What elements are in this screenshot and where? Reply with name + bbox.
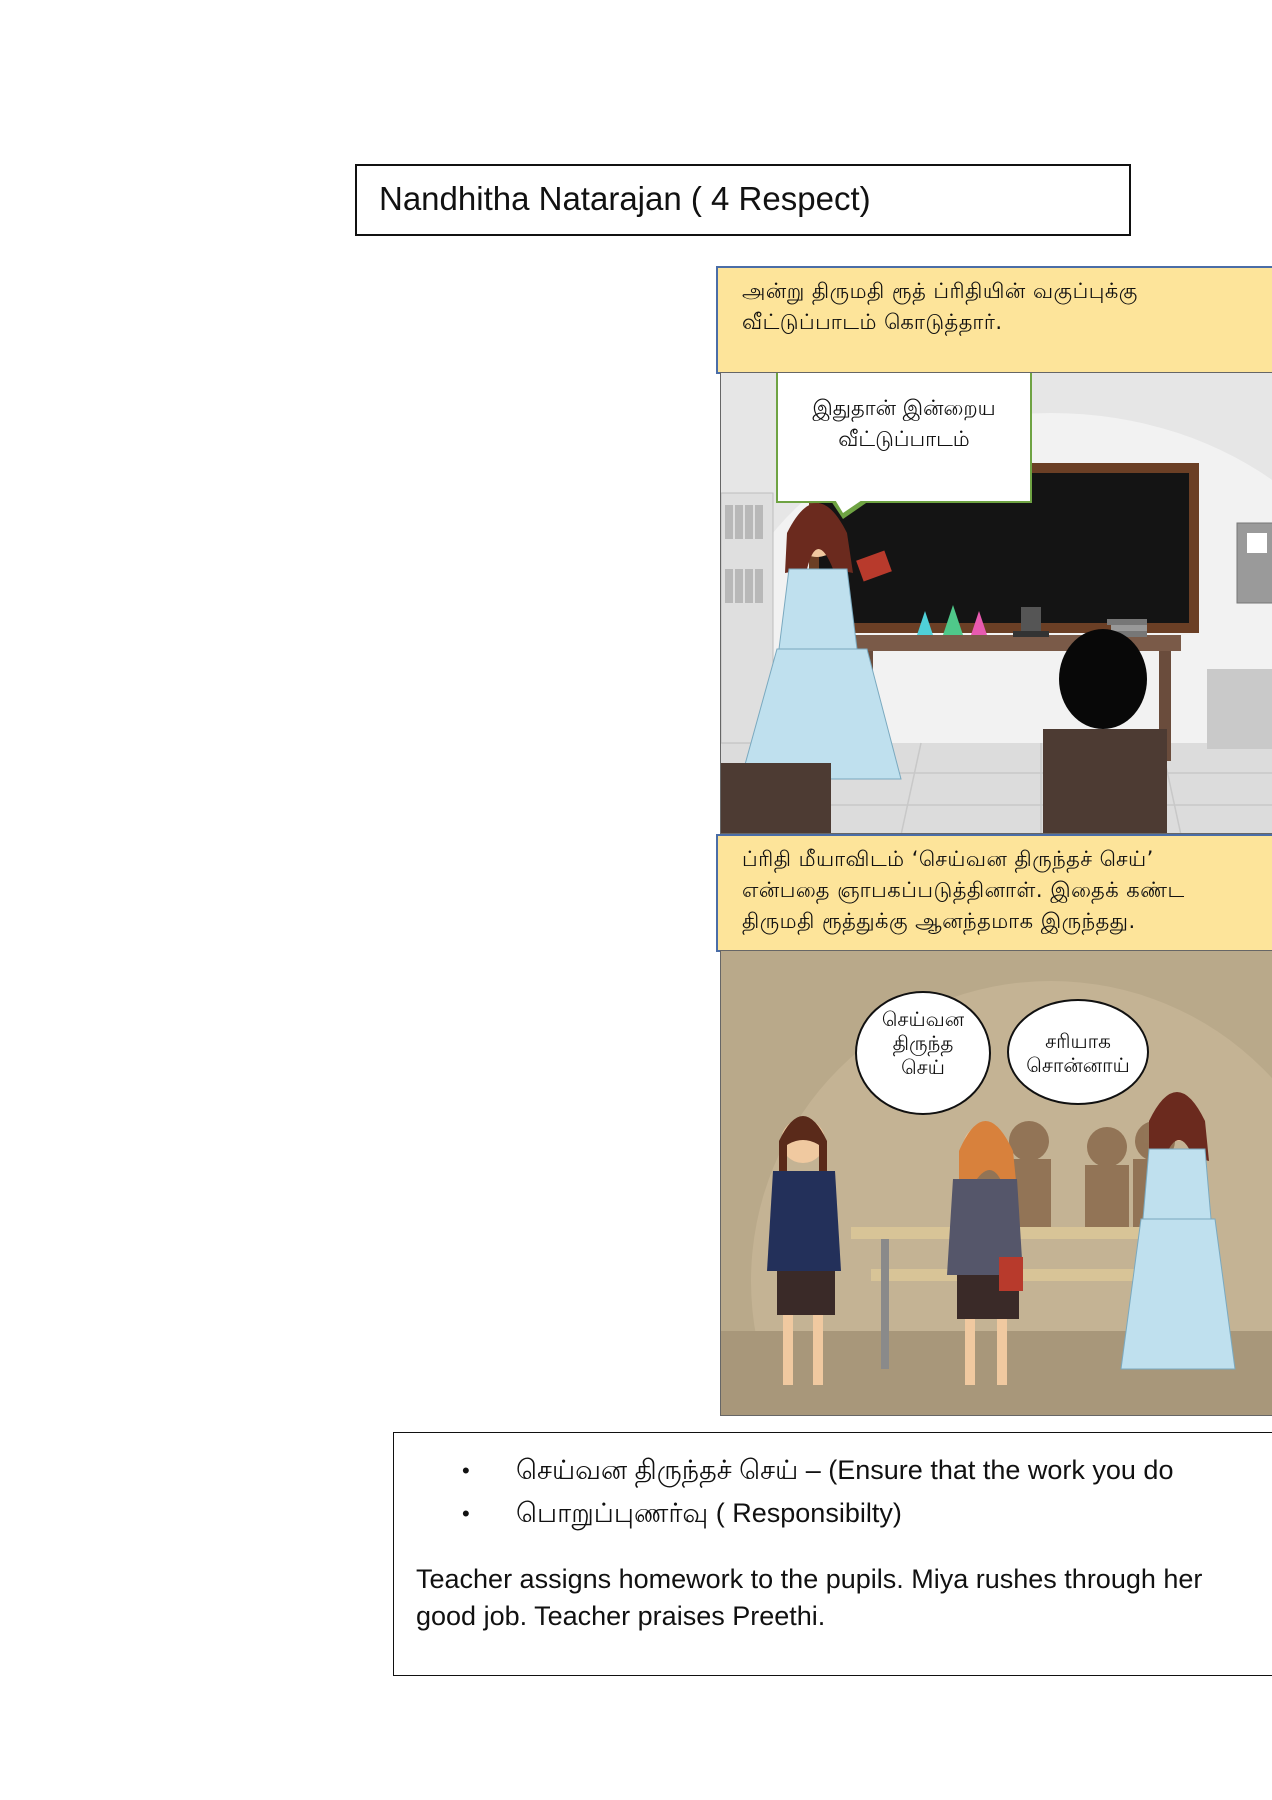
bubble-line: திருந்த [892, 1031, 954, 1055]
teacher-speech-box: இதுதான் இன்றைய வீட்டுப்பாடம் [776, 373, 1032, 503]
preethi-speech-bubble: செய்வன திருந்த செய் [855, 991, 991, 1115]
teacher-speech-line: இதுதான் இன்றைய [812, 396, 996, 420]
panel2-caption: ப்ரிதி மீயாவிடம் ‘செய்வன திருந்தச் செய்’… [716, 834, 1272, 952]
bubble-line: செய்வன [881, 1007, 965, 1031]
panel2-caption-line: திருமதி ரூத்துக்கு ஆனந்தமாக இருந்தது. [742, 909, 1136, 933]
speech-tail [831, 498, 869, 519]
teacher-speech-line: வீட்டுப்பாடம் [838, 427, 970, 451]
bubble-line: செய் [901, 1055, 945, 1079]
notes-box: செய்வன திருந்தச் செய் – (Ensure that the… [393, 1432, 1272, 1676]
story-summary: Teacher assigns homework to the pupils. … [416, 1561, 1202, 1635]
comic-strip: அன்று திருமதி ரூத் ப்ரிதியின் வகுப்புக்க… [716, 266, 1272, 1416]
teacher-speech-bubble: சரியாக சொன்னாய் [1007, 999, 1149, 1105]
value-item: பொறுப்புணர்வு ( Responsibilty) [454, 1492, 1173, 1535]
summary-line: good job. Teacher praises Preethi. [416, 1601, 826, 1631]
bubble-line: சொன்னாய் [1026, 1053, 1130, 1077]
panel1-caption-line: வீட்டுப்பாடம் கொடுத்தார். [742, 310, 1003, 334]
value-item: செய்வன திருந்தச் செய் – (Ensure that the… [454, 1449, 1173, 1492]
summary-line: Teacher assigns homework to the pupils. … [416, 1564, 1203, 1594]
page-title: Nandhitha Natarajan ( 4 Respect) [379, 180, 871, 217]
panel1-caption: அன்று திருமதி ரூத் ப்ரிதியின் வகுப்புக்க… [716, 266, 1272, 374]
students-illustration [721, 951, 1272, 1415]
bubble-line: சரியாக [1045, 1029, 1111, 1053]
panel2-caption-line: என்பதை ஞாபகப்படுத்தினாள். இதைக் கண்ட [742, 878, 1185, 902]
students-panel: செய்வன திருந்த செய் சரியாக சொன்னாய் [720, 950, 1272, 1416]
panel2-caption-line: ப்ரிதி மீயாவிடம் ‘செய்வன திருந்தச் செய்’ [742, 847, 1154, 871]
value-list: செய்வன திருந்தச் செய் – (Ensure that the… [454, 1449, 1173, 1535]
title-box: Nandhitha Natarajan ( 4 Respect) [355, 164, 1131, 236]
classroom-panel: இதுதான் இன்றைய வீட்டுப்பாடம் [720, 372, 1272, 834]
panel1-caption-line: அன்று திருமதி ரூத் ப்ரிதியின் வகுப்புக்க… [742, 279, 1138, 303]
